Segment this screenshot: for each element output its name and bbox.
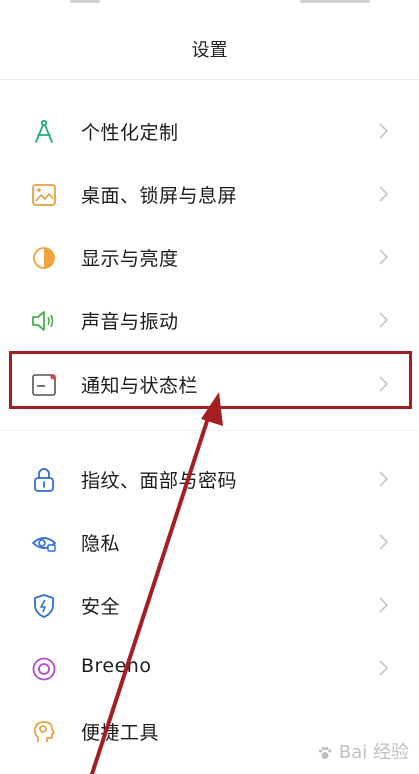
header-bar: 设置 [0, 0, 419, 80]
settings-item-personalization[interactable]: 个性化定制 [0, 98, 419, 162]
settings-item-sound-vibration[interactable]: 声音与振动 [0, 287, 419, 351]
settings-item-breeno[interactable]: Breeno [0, 635, 419, 699]
settings-item-label: 隐私 [81, 533, 121, 555]
chevron-right-icon [379, 471, 389, 487]
chevron-right-icon [379, 249, 389, 265]
settings-item-desktop-lockscreen[interactable]: 桌面、锁屏与息屏 [0, 161, 419, 225]
breeno-icon [32, 657, 56, 681]
status-bar [0, 0, 419, 8]
settings-item-label: 安全 [81, 596, 121, 618]
watermark: Bai 经验 [317, 738, 409, 764]
settings-item-display-brightness[interactable]: 显示与亮度 [0, 224, 419, 288]
highlight-box [9, 351, 412, 409]
settings-item-label: 个性化定制 [81, 122, 179, 144]
settings-item-privacy[interactable]: 隐私 [0, 509, 419, 573]
section-divider [0, 430, 419, 440]
settings-item-label: 桌面、锁屏与息屏 [81, 185, 238, 207]
assistant-icon [33, 721, 55, 742]
speaker-icon [32, 311, 54, 331]
chevron-right-icon [379, 534, 389, 550]
chevron-right-icon [379, 660, 389, 676]
settings-item-label: 显示与亮度 [81, 248, 179, 270]
compass-icon [35, 119, 53, 143]
settings-item-label: 便捷工具 [81, 722, 160, 744]
settings-item-label: Breeno [81, 655, 152, 677]
brightness-icon [33, 247, 55, 269]
wallpaper-icon [32, 184, 56, 206]
chevron-right-icon [379, 312, 389, 328]
privacy-eye-icon [31, 537, 57, 552]
chevron-right-icon [379, 123, 389, 139]
chevron-right-icon [379, 186, 389, 202]
page-title: 设置 [191, 40, 228, 61]
settings-item-fingerprint-face-password[interactable]: 指纹、面部与密码 [0, 446, 419, 510]
settings-item-security[interactable]: 安全 [0, 572, 419, 636]
settings-item-label: 指纹、面部与密码 [81, 470, 238, 492]
paw-icon [319, 746, 332, 759]
settings-item-label: 声音与振动 [81, 311, 179, 333]
lock-icon [34, 468, 54, 492]
shield-icon [34, 594, 54, 618]
watermark-text: Bai 经验 [338, 742, 409, 763]
chevron-right-icon [379, 597, 389, 613]
